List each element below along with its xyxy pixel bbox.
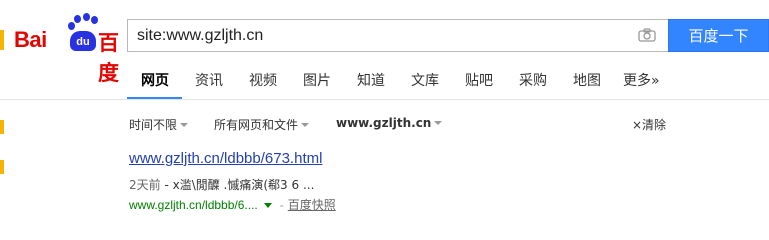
caret-down-icon (434, 121, 443, 125)
separator: - (279, 198, 284, 212)
caret-down-icon (301, 123, 310, 127)
paw-toe (74, 15, 81, 23)
tab-video[interactable]: 视频 (249, 70, 277, 90)
tab-map[interactable]: 地图 (573, 70, 601, 90)
result-title-link[interactable]: www.gzljth.cn/ldbbb/673.html (129, 150, 322, 167)
tab-tieba[interactable]: 贴吧 (465, 70, 493, 90)
filter-site[interactable]: www.gzljth.cn (336, 116, 443, 130)
paw-toe (91, 16, 98, 24)
divider (0, 99, 769, 100)
filter-site-label: www.gzljth.cn (336, 116, 432, 130)
filter-time[interactable]: 时间不限 (129, 116, 189, 133)
filter-type[interactable]: 所有网页和文件 (214, 116, 310, 133)
result-snippet: 2天前 - x滥\閒醾 .慽痛演(郗3 6 ... (129, 176, 314, 193)
tab-more[interactable]: 更多» (623, 70, 660, 90)
result-url: www.gzljth.cn/ldbbb/6.... (129, 198, 258, 212)
tab-caigou[interactable]: 采购 (519, 70, 547, 90)
tab-zhidao[interactable]: 知道 (357, 70, 385, 90)
search-input[interactable] (137, 20, 617, 51)
tab-images[interactable]: 图片 (303, 70, 331, 90)
filter-time-label: 时间不限 (129, 118, 178, 132)
search-box (127, 19, 668, 52)
tab-web[interactable]: 网页 (141, 70, 169, 90)
result-url-row: www.gzljth.cn/ldbbb/6.... - 百度快照 (129, 196, 336, 213)
snapshot-link[interactable]: 百度快照 (288, 198, 336, 212)
edge-marker (0, 30, 4, 50)
camera-icon[interactable] (638, 28, 656, 42)
filter-type-label: 所有网页和文件 (214, 118, 299, 132)
result-date: 2天前 (129, 178, 161, 192)
search-button[interactable]: 百度一下 (668, 19, 769, 52)
nav-tabs: 网页 资讯 视频 图片 知道 文库 贴吧 采购 地图 更多» (0, 62, 769, 100)
url-dropdown-icon[interactable] (263, 203, 272, 208)
tab-news[interactable]: 资讯 (195, 70, 223, 90)
logo-text-bai: Bai (14, 27, 47, 52)
clear-filters-button[interactable]: ×清除 (632, 116, 666, 133)
tab-wenku[interactable]: 文库 (411, 70, 439, 90)
edge-marker (0, 160, 4, 174)
logo-paw-du: du (70, 31, 96, 51)
result-snippet-text: - x滥\閒醾 .慽痛演(郗3 6 ... (160, 178, 315, 192)
caret-down-icon (180, 123, 189, 127)
paw-toe (83, 13, 90, 21)
edge-marker (0, 120, 4, 134)
paw-toe (68, 22, 75, 30)
baidu-logo[interactable]: Bai du 百度 (14, 13, 126, 85)
